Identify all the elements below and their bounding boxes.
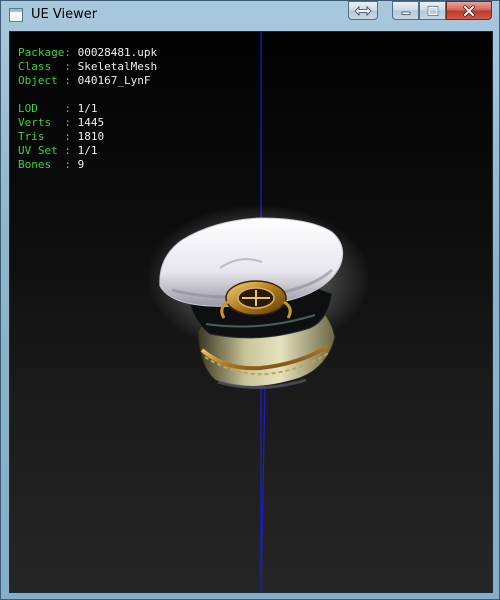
info-object: Object : 040167_LynF xyxy=(18,74,151,87)
info-tris: Tris : 1810 xyxy=(18,130,105,143)
info-lod: LOD : 1/1 xyxy=(18,102,98,115)
fit-icon xyxy=(354,5,372,16)
info-package: Package: 00028481.upk xyxy=(18,46,158,59)
title-bar[interactable]: UE Viewer xyxy=(1,1,499,29)
fit-button[interactable] xyxy=(348,1,378,20)
info-class: Class : SkeletalMesh xyxy=(18,60,158,73)
close-button[interactable] xyxy=(446,1,492,20)
mesh-info-panel: Package: 00028481.upk Class : SkeletalMe… xyxy=(18,46,157,172)
minimize-button[interactable] xyxy=(392,1,419,20)
app-window-icon xyxy=(9,8,23,22)
axis-line-lower xyxy=(260,386,266,592)
app-window: UE Viewer Package: 00028481.upk Class: … xyxy=(0,0,500,600)
info-verts: Verts : 1445 xyxy=(18,116,105,129)
3d-viewport[interactable]: Package: 00028481.upk Class : SkeletalMe… xyxy=(9,31,493,593)
maximize-button[interactable] xyxy=(419,1,446,20)
maximize-icon xyxy=(427,5,438,16)
close-icon xyxy=(463,5,475,16)
minimize-icon xyxy=(401,11,410,15)
info-bones: Bones : 9 xyxy=(18,158,85,171)
info-uvset: UV Set : 1/1 xyxy=(18,144,98,157)
window-title: UE Viewer xyxy=(31,7,98,22)
